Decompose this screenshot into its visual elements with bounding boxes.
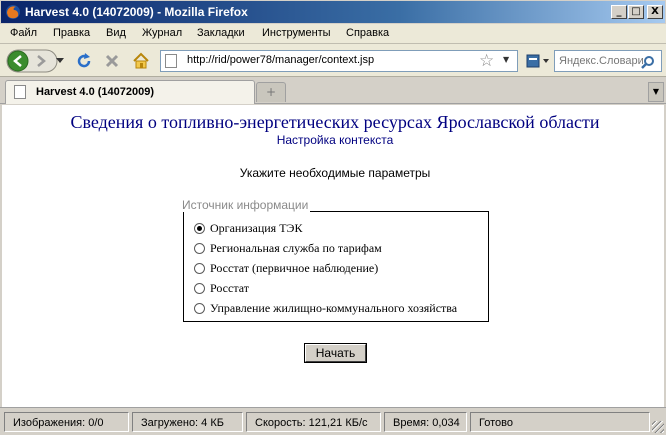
status-state: Готово — [470, 412, 650, 432]
status-state-text: Готово — [479, 417, 513, 429]
radio-button[interactable] — [194, 283, 205, 294]
address-url[interactable]: http://rid/power78/manager/context.jsp — [187, 54, 374, 66]
menu-view[interactable]: Вид — [106, 27, 126, 39]
reload-icon[interactable] — [76, 53, 92, 69]
status-images: Изображения: 0/0 — [4, 412, 129, 432]
new-tab-button[interactable]: + — [256, 82, 286, 102]
back-forward-group — [6, 49, 58, 73]
radio-label[interactable]: Управление жилищно-коммунального хозяйст… — [210, 301, 457, 316]
search-placeholder: Яндекс.Словари — [559, 55, 644, 67]
close-button[interactable]: X — [647, 5, 663, 19]
back-icon — [7, 50, 29, 72]
radio-label[interactable]: Росстат (первичное наблюдение) — [210, 261, 378, 276]
maximize-button[interactable]: □ — [628, 5, 644, 19]
menu-file[interactable]: Файл — [10, 27, 37, 39]
radio-button[interactable] — [194, 303, 205, 314]
resize-grip[interactable] — [652, 421, 664, 433]
source-fieldset: Организация ТЭК Региональная служба по т… — [183, 211, 489, 322]
tab-strip: Harvest 4.0 (14072009) + ▼ — [0, 77, 666, 104]
page-icon — [165, 54, 177, 68]
source-legend: Источник информации — [182, 198, 311, 212]
menu-edit[interactable]: Правка — [53, 27, 90, 39]
radio-button[interactable] — [194, 223, 205, 234]
tab-list-dropdown-icon[interactable]: ▼ — [648, 82, 664, 102]
address-bar[interactable]: http://rid/power78/manager/context.jsp ☆… — [160, 50, 518, 72]
status-loaded: Загружено: 4 КБ — [132, 412, 243, 432]
firefox-icon — [6, 5, 20, 19]
page-title: Сведения о топливно-энергетических ресур… — [70, 112, 600, 132]
start-button[interactable]: Начать — [304, 343, 367, 363]
home-icon[interactable] — [132, 52, 150, 70]
radio-button[interactable] — [194, 243, 205, 254]
menu-help[interactable]: Справка — [346, 27, 389, 39]
status-speed: Скорость: 121,21 КБ/с — [246, 412, 381, 432]
minimize-button[interactable]: _ — [611, 5, 627, 19]
window-titlebar[interactable]: Harvest 4.0 (14072009) - Mozilla Firefox… — [0, 0, 666, 24]
search-engine-icon[interactable] — [526, 53, 552, 69]
tab-label: Harvest 4.0 (14072009) — [36, 86, 155, 98]
tab-harvest[interactable]: Harvest 4.0 (14072009) — [5, 80, 255, 104]
page-content: Сведения о топливно-энергетических ресур… — [0, 105, 666, 407]
stop-icon[interactable] — [104, 53, 120, 69]
tab-page-icon — [14, 85, 26, 99]
history-dropdown-icon[interactable] — [56, 58, 64, 64]
page-subtitle-link[interactable]: Настройка контекста — [2, 133, 666, 147]
window-title: Harvest 4.0 (14072009) - Mozilla Firefox — [25, 5, 248, 19]
search-icon[interactable] — [641, 55, 655, 69]
status-images-text: Изображения: 0/0 — [13, 417, 104, 429]
radio-label[interactable]: Организация ТЭК — [210, 221, 302, 236]
radio-label[interactable]: Региональная служба по тарифам — [210, 241, 382, 256]
status-speed-text: Скорость: 121,21 КБ/с — [255, 417, 368, 429]
navigation-toolbar: http://rid/power78/manager/context.jsp ☆… — [0, 44, 666, 77]
url-dropdown-icon[interactable]: ▼ — [503, 55, 509, 64]
status-time: Время: 0,034 — [384, 412, 467, 432]
status-loaded-text: Загружено: 4 КБ — [141, 417, 224, 429]
parameters-prompt: Укажите необходимые параметры — [239, 166, 431, 180]
menu-bar: Файл Правка Вид Журнал Закладки Инструме… — [0, 24, 666, 44]
bookmark-star-icon[interactable]: ☆ — [479, 51, 494, 71]
status-time-text: Время: 0,034 — [393, 417, 460, 429]
radio-button[interactable] — [194, 263, 205, 274]
radio-label[interactable]: Росстат — [210, 281, 249, 296]
menu-tools[interactable]: Инструменты — [262, 27, 331, 39]
status-bar: Изображения: 0/0 Загружено: 4 КБ Скорост… — [0, 407, 666, 435]
menu-history[interactable]: Журнал — [142, 27, 182, 39]
menu-bookmarks[interactable]: Закладки — [197, 27, 245, 39]
